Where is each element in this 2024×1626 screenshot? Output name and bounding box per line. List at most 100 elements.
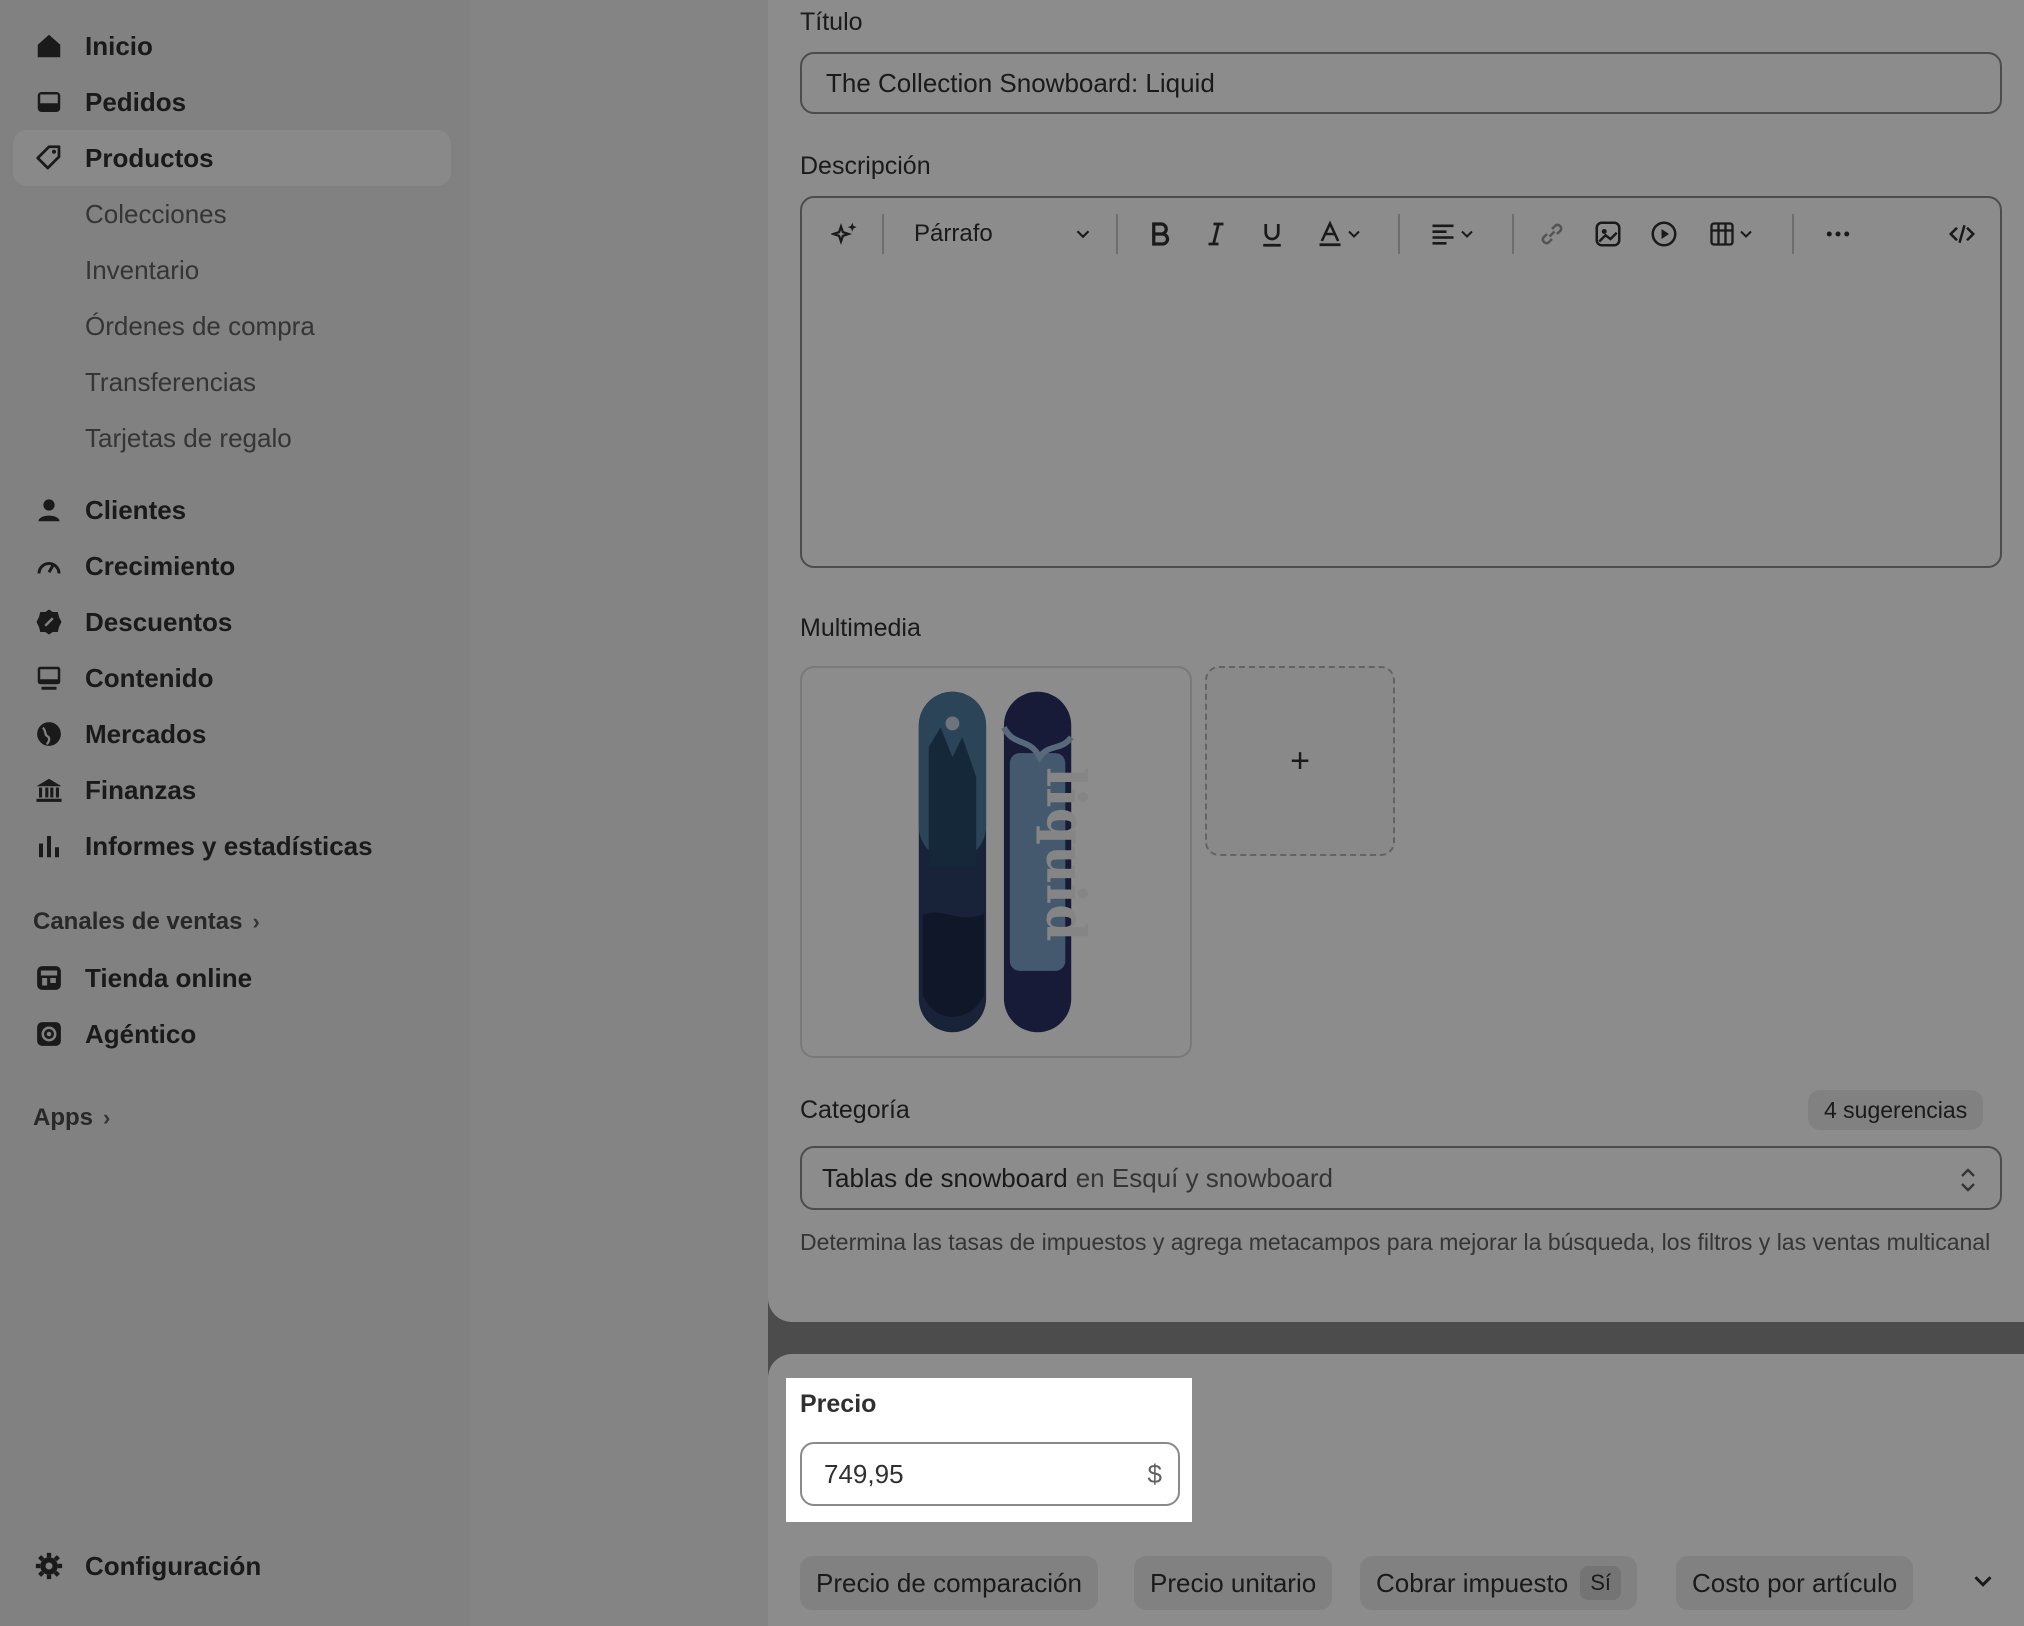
- text-color-icon[interactable]: [1310, 216, 1370, 252]
- more-options-icon[interactable]: [1818, 216, 1858, 252]
- nav-item-informes[interactable]: Informes y estadísticas: [13, 818, 451, 874]
- category-context: en Esquí y snowboard: [1075, 1162, 1333, 1193]
- description-label: Descripción: [800, 152, 931, 180]
- nav-label: Informes y estadísticas: [85, 830, 373, 861]
- pill-label: Precio unitario: [1150, 1567, 1317, 1598]
- nav-item-finanzas[interactable]: Finanzas: [13, 762, 451, 818]
- apps-label: Apps: [33, 1104, 93, 1131]
- nav-label: Clientes: [85, 494, 187, 525]
- category-helper-text: Determina las tasas de impuestos y agreg…: [800, 1229, 1991, 1255]
- nav-label: Productos: [85, 142, 214, 173]
- nav-label: Descuentos: [85, 606, 233, 637]
- charge-tax-pill[interactable]: Cobrar impuesto Sí: [1360, 1556, 1637, 1610]
- editor-toolbar: Párrafo: [802, 198, 2000, 270]
- pill-label: Costo por artículo: [1692, 1567, 1898, 1598]
- italic-icon[interactable]: [1198, 216, 1234, 252]
- chevron-down-icon: [1076, 230, 1090, 239]
- title-input[interactable]: The Collection Snowboard: Liquid: [800, 52, 2002, 114]
- sales-channels-heading[interactable]: Canales de ventas ›: [33, 902, 260, 942]
- sales-channels-label: Canales de ventas: [33, 908, 243, 935]
- pill-label: Precio de comparación: [816, 1567, 1082, 1598]
- nav-item-configuracion[interactable]: Configuración: [13, 1538, 451, 1594]
- nav-item-clientes[interactable]: Clientes: [13, 482, 451, 538]
- chevron-right-icon: ›: [103, 1105, 111, 1130]
- discount-icon: [33, 606, 65, 638]
- paragraph-style-value: Párrafo: [914, 220, 993, 247]
- paragraph-style-select[interactable]: Párrafo: [914, 216, 1094, 252]
- toolbar-divider: [1512, 214, 1514, 254]
- home-icon: [33, 30, 65, 62]
- title-label: Título: [800, 8, 863, 36]
- subnav-colecciones[interactable]: Colecciones: [85, 192, 227, 236]
- bar-chart-icon: [33, 830, 65, 862]
- video-icon[interactable]: [1646, 216, 1682, 252]
- select-updown-icon: [1961, 1168, 1975, 1192]
- nav-label: Inicio: [85, 30, 153, 61]
- nav-item-agentico[interactable]: Agéntico: [13, 1006, 451, 1062]
- board-print: liquid: [1034, 767, 1097, 941]
- chevron-down-icon: [1348, 230, 1360, 238]
- toolbar-divider: [1116, 214, 1118, 254]
- toolbar-divider: [1792, 214, 1794, 254]
- chevron-down-icon: [1461, 230, 1473, 238]
- nav-item-tienda-online[interactable]: Tienda online: [13, 950, 451, 1006]
- description-editor[interactable]: Párrafo: [800, 196, 2002, 568]
- nav-label: Agéntico: [85, 1018, 197, 1049]
- bold-icon[interactable]: [1142, 216, 1178, 252]
- nav-label: Mercados: [85, 718, 207, 749]
- gear-icon: [33, 1550, 65, 1582]
- category-select[interactable]: Tablas de snowboard en Esquí y snowboard: [800, 1146, 2002, 1210]
- underline-icon[interactable]: [1254, 216, 1290, 252]
- link-icon[interactable]: [1534, 216, 1570, 252]
- nav-item-contenido[interactable]: Contenido: [13, 650, 451, 706]
- price-input[interactable]: 749,95 $: [800, 1442, 1180, 1506]
- nav-label: Finanzas: [85, 774, 197, 805]
- nav-item-mercados[interactable]: Mercados: [13, 706, 451, 762]
- nav-item-descuentos[interactable]: Descuentos: [13, 594, 451, 650]
- bank-icon: [33, 774, 65, 806]
- currency-symbol: $: [1147, 1458, 1162, 1489]
- subnav-tarjetas-de-regalo[interactable]: Tarjetas de regalo: [85, 416, 292, 460]
- chevron-right-icon: ›: [252, 909, 260, 934]
- category-label: Categoría: [800, 1096, 910, 1124]
- nav-label: Configuración: [85, 1550, 262, 1581]
- apps-heading[interactable]: Apps ›: [33, 1098, 110, 1138]
- toolbar-divider: [1398, 214, 1400, 254]
- chevron-down-icon[interactable]: [1968, 1566, 1998, 1596]
- subnav-inventario[interactable]: Inventario: [85, 248, 199, 292]
- chevron-down-icon: [1740, 230, 1752, 238]
- subnav-transferencias[interactable]: Transferencias: [85, 360, 256, 404]
- unit-price-pill[interactable]: Precio unitario: [1134, 1556, 1333, 1610]
- cost-per-item-pill[interactable]: Costo por artículo: [1676, 1556, 1914, 1610]
- sidebar: Inicio Pedidos Productos Colecciones Inv…: [0, 0, 470, 1626]
- align-icon[interactable]: [1422, 216, 1484, 252]
- person-icon: [33, 494, 65, 526]
- magic-sparkle-icon[interactable]: [828, 216, 864, 252]
- table-icon[interactable]: [1702, 216, 1762, 252]
- nav-item-crecimiento[interactable]: Crecimiento: [13, 538, 451, 594]
- toolbar-divider: [882, 214, 884, 254]
- nav-item-pedidos[interactable]: Pedidos: [13, 74, 451, 130]
- compare-at-price-pill[interactable]: Precio de comparación: [800, 1556, 1098, 1610]
- media-thumbnail[interactable]: liquid: [800, 666, 1192, 1058]
- category-suggestions-badge[interactable]: 4 sugerencias: [1808, 1090, 1984, 1130]
- html-code-icon[interactable]: [1942, 216, 1982, 252]
- nav-label: Contenido: [85, 662, 214, 693]
- globe-icon: [33, 718, 65, 750]
- tax-value-badge: Sí: [1580, 1566, 1621, 1600]
- category-value: Tablas de snowboard: [822, 1162, 1068, 1193]
- nav-label: Crecimiento: [85, 550, 236, 581]
- snowboard-image: liquid: [918, 691, 1097, 1033]
- nav-item-productos[interactable]: Productos: [13, 130, 451, 186]
- inbox-icon: [33, 86, 65, 118]
- nav-item-inicio[interactable]: Inicio: [13, 18, 451, 74]
- nav-label: Tienda online: [85, 962, 253, 993]
- image-icon[interactable]: [1590, 216, 1626, 252]
- subnav-ordenes-de-compra[interactable]: Órdenes de compra: [85, 304, 315, 348]
- pill-label: Cobrar impuesto: [1376, 1567, 1569, 1598]
- price-label: Precio: [800, 1390, 877, 1418]
- nav-label: Pedidos: [85, 86, 187, 117]
- content-icon: [33, 662, 65, 694]
- add-media-button[interactable]: +: [1205, 666, 1395, 856]
- agent-icon: [33, 1018, 65, 1050]
